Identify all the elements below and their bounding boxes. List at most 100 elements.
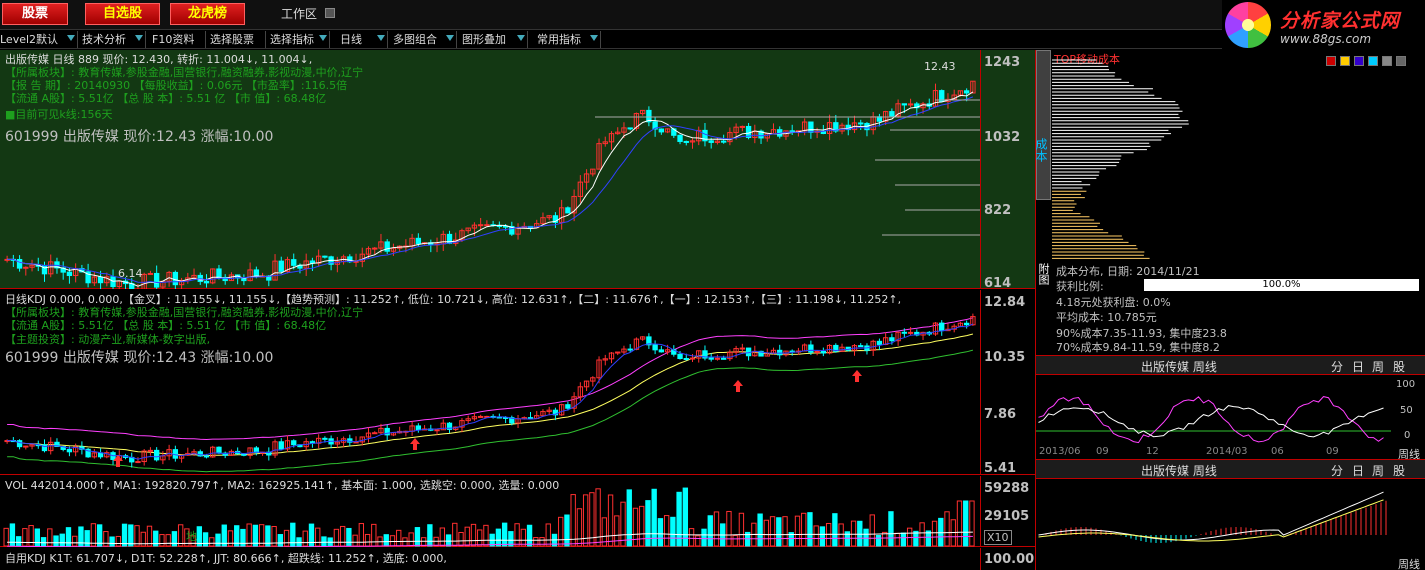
tab-stocks[interactable]: 股票 — [2, 3, 68, 25]
toolbar-common-indicators[interactable]: 常用指标 — [537, 31, 601, 48]
candle-body — [858, 345, 864, 348]
volume-bar — [427, 524, 433, 547]
chevron-down-icon[interactable] — [517, 35, 525, 41]
candle-body — [889, 337, 895, 342]
volume-bar — [963, 500, 969, 547]
volume-bar — [115, 535, 122, 547]
button-week[interactable]: 周 — [1372, 358, 1384, 375]
volume-bar — [364, 533, 371, 547]
high-price-label: 12.43 — [924, 60, 956, 73]
toolbar-select-stock[interactable]: 选择股票 — [210, 31, 266, 48]
custom-kdj-panel[interactable]: 自用KDJ K1T: 61.707↓, D1T: 52.228↑, JJT: 8… — [0, 548, 1035, 570]
volume-bar — [59, 533, 65, 547]
weekly-chart-title: 出版传媒 周线 — [1141, 360, 1217, 374]
chevron-down-icon[interactable] — [135, 35, 143, 41]
volume-bar — [938, 517, 944, 547]
volume-bar — [483, 524, 489, 547]
button-week[interactable]: 周 — [1372, 462, 1384, 479]
candle-body — [907, 331, 914, 334]
candle-body — [66, 448, 73, 453]
candle-body — [16, 440, 23, 448]
kline-panel[interactable]: 出版传媒 日线 889 现价: 12.430, 转折: 11.004↓, 11.… — [0, 50, 1035, 291]
ma5-line — [7, 91, 974, 287]
toolbar-tech-analysis[interactable]: 技术分析 — [82, 31, 146, 48]
button-day[interactable]: 日 — [1352, 462, 1364, 479]
volume-bar — [763, 519, 770, 547]
volume-bar — [695, 535, 701, 547]
axis-tick: 10.35 — [984, 350, 1026, 365]
volume-bar — [857, 520, 863, 547]
volume-bar — [626, 489, 632, 547]
tab-watchlist[interactable]: 自选股 — [85, 3, 160, 25]
workspace-button[interactable]: 工作区 — [277, 4, 317, 24]
button-stock[interactable]: 股 — [1393, 358, 1405, 375]
toolbar-select-indicator[interactable]: 选择指标 — [270, 31, 330, 48]
volume-bar — [688, 528, 695, 547]
volume-bar — [452, 522, 458, 547]
volume-panel[interactable]: VOL 442014.000↑, MA1: 192820.797↑, MA2: … — [0, 476, 1035, 547]
visible-days: ■目前可见k线:156天 — [5, 108, 113, 121]
candle-body — [97, 452, 104, 458]
weekly-macd-chart[interactable] — [1036, 480, 1425, 570]
stock-quote: 601999 出版传媒 现价:12.43 涨幅:10.00 — [5, 129, 274, 145]
button-day[interactable]: 日 — [1352, 358, 1364, 375]
axis-tick: 12.84 — [984, 295, 1026, 310]
button-minute[interactable]: 分 — [1331, 358, 1343, 375]
volume-bar — [956, 500, 963, 547]
volume-bar — [639, 505, 645, 547]
candle-body — [322, 437, 328, 440]
volume-bar — [470, 523, 477, 547]
volume-bar — [570, 494, 576, 547]
volume-bar — [3, 527, 9, 547]
candle-body — [216, 268, 222, 278]
candle-body — [372, 247, 378, 250]
volume-bar — [221, 524, 227, 547]
candle-body — [135, 461, 141, 464]
tab-dragon-tiger[interactable]: 龙虎榜 — [170, 3, 245, 25]
candle-body — [777, 349, 783, 356]
kdj-panel[interactable]: 日线KDJ 0.000, 0.000,【金叉】: 11.155↓, 11.155… — [0, 290, 1035, 476]
button-minute[interactable]: 分 — [1331, 462, 1343, 479]
volume-bar — [663, 515, 670, 547]
toolbar-label: Level2默认 — [0, 33, 59, 46]
toolbar-level2[interactable]: Level2默认 — [0, 31, 78, 48]
toolbar-overlay[interactable]: 图形叠加 — [462, 31, 528, 48]
candle-body — [808, 344, 814, 353]
button-stock[interactable]: 股 — [1393, 462, 1405, 479]
kdj-axis: 12.84 10.35 7.86 5.41 — [980, 290, 1035, 476]
candle-body — [16, 258, 23, 269]
toolbar-f10[interactable]: F10资料 — [152, 31, 206, 48]
axis-tick: 59288 — [984, 481, 1030, 496]
chevron-down-icon[interactable] — [446, 35, 454, 41]
volume-bar — [707, 515, 713, 547]
weekly-chart-1-header: 出版传媒 周线 分 日 周 股 — [1036, 355, 1425, 375]
chevron-down-icon[interactable] — [67, 35, 75, 41]
volume-bar — [545, 523, 551, 547]
candle-body — [720, 140, 727, 143]
volume-bar — [464, 526, 470, 547]
workspace-dropdown-icon[interactable] — [325, 8, 335, 18]
candle-body — [153, 449, 160, 461]
candle-body — [739, 347, 746, 350]
volume-bar — [533, 537, 539, 547]
chevron-down-icon[interactable] — [590, 35, 598, 41]
toolbar-label: 选择股票 — [210, 33, 254, 46]
toolbar-multi-chart[interactable]: 多图组合 — [393, 31, 457, 48]
toolbar-period[interactable]: 日线 — [340, 31, 388, 48]
volume-bar — [801, 512, 807, 547]
tab-sub-chart[interactable]: 附图 — [1036, 263, 1051, 285]
date-tick: 09 — [1096, 446, 1109, 457]
volume-bar — [807, 512, 813, 547]
volume-bar — [701, 528, 707, 547]
chevron-down-icon[interactable] — [319, 35, 327, 41]
dist-title: 成本分布, 日期: 2014/11/21 — [1056, 265, 1200, 278]
flower-logo-icon — [1225, 2, 1271, 48]
date-tick: 06 — [1271, 446, 1284, 457]
price-axis: 1243 1032 822 614 — [980, 50, 1035, 291]
candle-body — [652, 344, 658, 351]
chevron-down-icon[interactable] — [377, 35, 385, 41]
volume-bar — [302, 530, 308, 547]
volume-bar — [520, 528, 527, 547]
candle-body — [147, 449, 154, 452]
toolbar-label: 图形叠加 — [462, 33, 506, 46]
